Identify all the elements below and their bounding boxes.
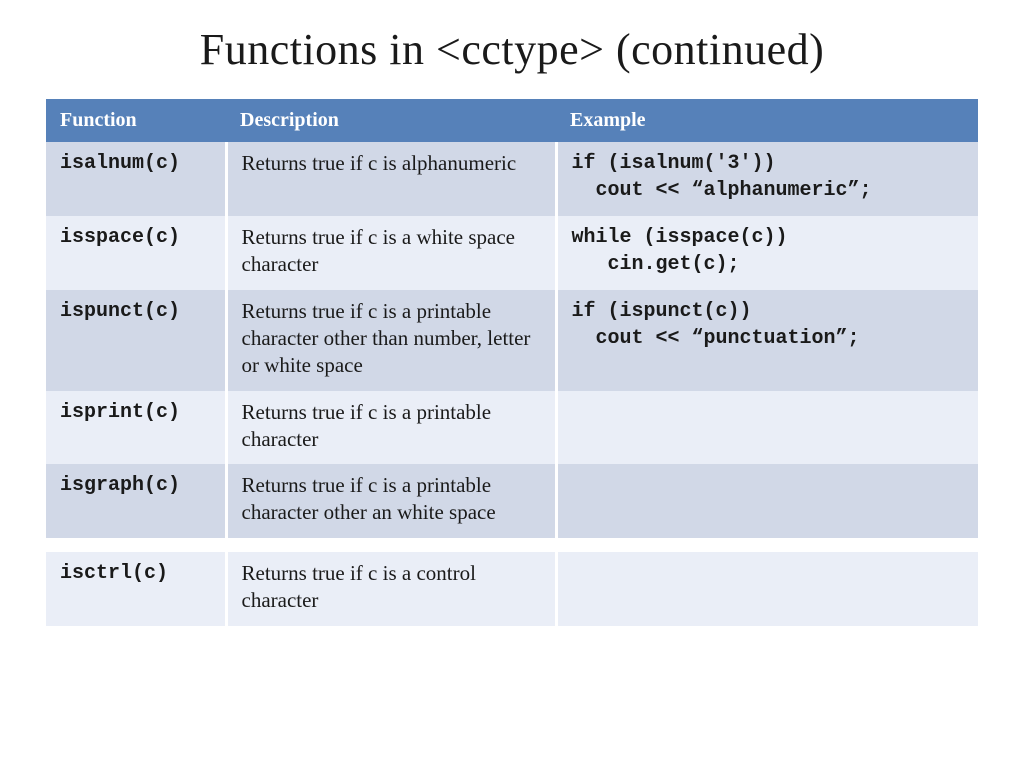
table-spacer	[46, 538, 978, 552]
cell-description: Returns true if c is a printable charact…	[226, 290, 556, 391]
cell-example: if (isalnum('3')) cout << “alphanumeric”…	[556, 142, 978, 216]
cell-description: Returns true if c is alphanumeric	[226, 142, 556, 216]
cell-description: Returns true if c is a printable charact…	[226, 391, 556, 465]
cell-function: isspace(c)	[46, 216, 226, 290]
table-header-row: Function Description Example	[46, 99, 978, 142]
table-row: isspace(c) Returns true if c is a white …	[46, 216, 978, 290]
cell-example	[556, 464, 978, 538]
table-row: isalnum(c) Returns true if c is alphanum…	[46, 142, 978, 216]
cell-description: Returns true if c is a printable charact…	[226, 464, 556, 538]
cell-example	[556, 552, 978, 626]
cell-description: Returns true if c is a white space chara…	[226, 216, 556, 290]
table-row: isgraph(c) Returns true if c is a printa…	[46, 464, 978, 538]
cell-example	[556, 391, 978, 465]
cell-function: isctrl(c)	[46, 552, 226, 626]
cell-example: while (isspace(c)) cin.get(c);	[556, 216, 978, 290]
functions-table: Function Description Example isalnum(c) …	[46, 99, 978, 626]
slide-title: Functions in <cctype> (continued)	[46, 24, 978, 75]
table-row: isctrl(c) Returns true if c is a control…	[46, 552, 978, 626]
slide: Functions in <cctype> (continued) Functi…	[0, 0, 1024, 626]
cell-function: isalnum(c)	[46, 142, 226, 216]
cell-example: if (ispunct(c)) cout << “punctuation”;	[556, 290, 978, 391]
header-function: Function	[46, 99, 226, 142]
header-description: Description	[226, 99, 556, 142]
table-row: ispunct(c) Returns true if c is a printa…	[46, 290, 978, 391]
cell-description: Returns true if c is a control character	[226, 552, 556, 626]
cell-function: isgraph(c)	[46, 464, 226, 538]
header-example: Example	[556, 99, 978, 142]
table-row: isprint(c) Returns true if c is a printa…	[46, 391, 978, 465]
cell-function: isprint(c)	[46, 391, 226, 465]
cell-function: ispunct(c)	[46, 290, 226, 391]
